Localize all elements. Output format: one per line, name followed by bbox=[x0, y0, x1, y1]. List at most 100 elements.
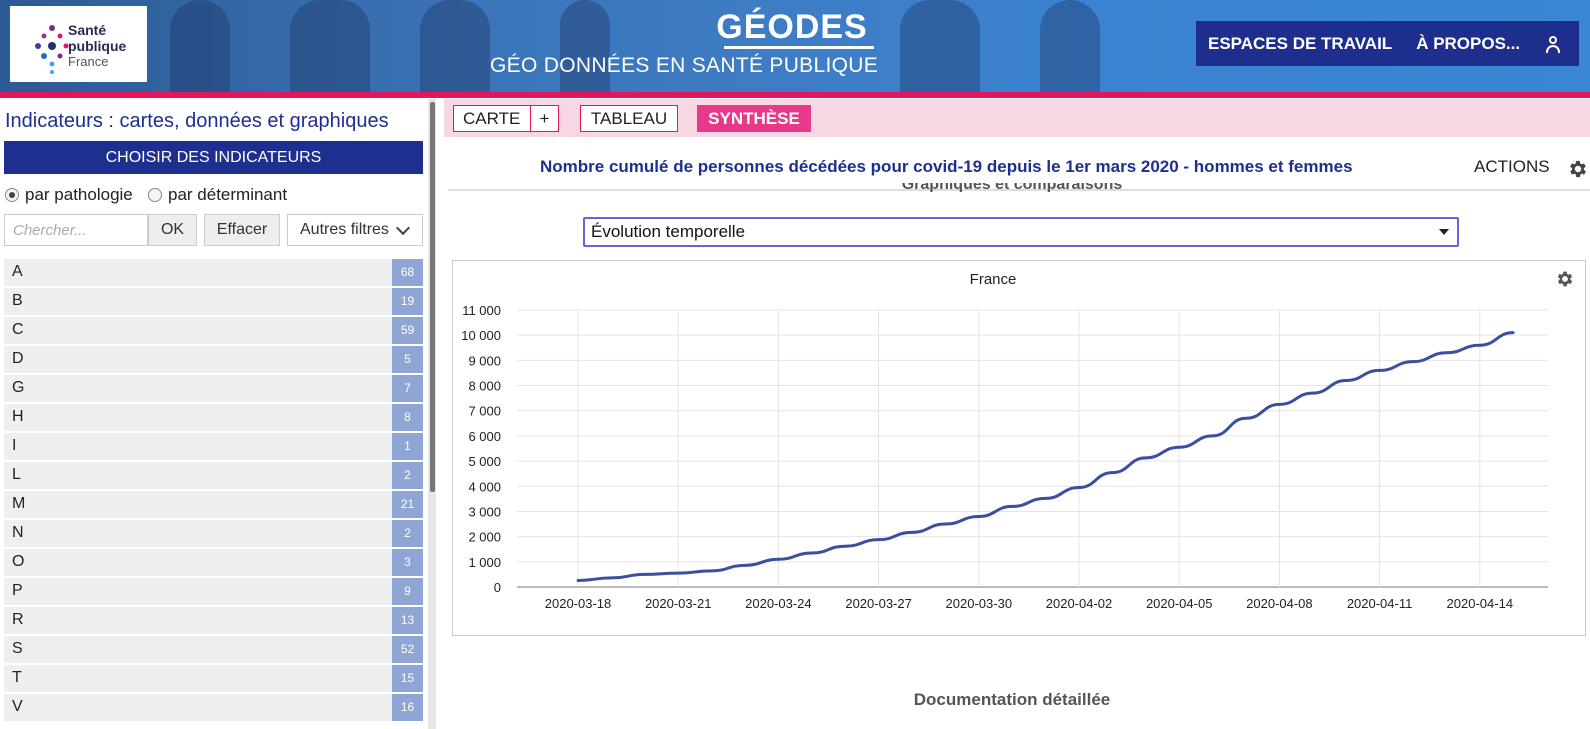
data-point bbox=[1144, 456, 1148, 460]
nav-about-link[interactable]: À PROPOS... bbox=[1416, 34, 1520, 54]
y-tick-label: 0 bbox=[494, 580, 501, 595]
chart-type-select[interactable]: Évolution temporelle bbox=[583, 217, 1459, 247]
tab-add-map-button[interactable]: + bbox=[530, 105, 559, 132]
letter-group-count-badge: 68 bbox=[392, 259, 423, 286]
letter-group-count-badge: 21 bbox=[392, 491, 423, 518]
letter-group-row[interactable]: T 15 bbox=[4, 665, 423, 692]
data-point bbox=[810, 551, 814, 555]
x-tick-label: 2020-03-27 bbox=[845, 596, 912, 611]
letter-group-count-badge: 2 bbox=[392, 520, 423, 547]
letter-group-count-badge: 8 bbox=[392, 404, 423, 431]
sidebar-title: Indicateurs : cartes, données et graphiq… bbox=[5, 110, 389, 132]
section-title: Graphiques et comparaisons bbox=[862, 183, 1162, 192]
chart-title: France bbox=[970, 271, 1017, 288]
letter-group-count-badge: 19 bbox=[392, 288, 423, 315]
radio-pathology[interactable]: par pathologie bbox=[5, 185, 133, 205]
title-underline bbox=[724, 46, 874, 49]
app-title[interactable]: GÉODES bbox=[712, 8, 872, 47]
actions-button[interactable]: ACTIONS bbox=[1474, 157, 1550, 177]
section-title-text: Graphiques et comparaisons bbox=[901, 183, 1123, 192]
letter-group-label: I bbox=[12, 437, 17, 454]
letter-group-row[interactable]: C 59 bbox=[4, 317, 423, 344]
app-header: Santé publique France GÉODES GÉO DONNÉES… bbox=[0, 0, 1590, 94]
letter-group-row[interactable]: N2 bbox=[4, 520, 423, 547]
data-point bbox=[1010, 505, 1014, 508]
data-point bbox=[1511, 331, 1515, 335]
data-point bbox=[1378, 369, 1381, 372]
logo-text-line: publique bbox=[68, 38, 127, 54]
data-point bbox=[1411, 360, 1415, 364]
data-point bbox=[1177, 445, 1181, 449]
header-photo-shape bbox=[900, 0, 980, 94]
radio-pathology-control[interactable] bbox=[5, 188, 19, 202]
y-tick-label: 6 000 bbox=[468, 429, 501, 444]
letter-group-row[interactable]: O3 bbox=[4, 549, 423, 576]
user-icon[interactable] bbox=[1544, 35, 1562, 53]
data-point bbox=[777, 557, 780, 561]
letter-group-row[interactable]: P9 bbox=[4, 578, 423, 605]
letter-group-row[interactable]: V 16 bbox=[4, 694, 423, 721]
y-tick-label: 7 000 bbox=[468, 404, 501, 419]
letter-group-label: S bbox=[12, 640, 23, 657]
letter-group-row[interactable]: A 68 bbox=[4, 259, 423, 286]
tab-table[interactable]: TABLEAU bbox=[580, 105, 678, 132]
x-tick-label: 2020-04-02 bbox=[1046, 596, 1113, 611]
clear-button[interactable]: Effacer bbox=[204, 214, 280, 246]
sidebar-scrollbar-thumb[interactable] bbox=[430, 102, 435, 492]
search-input[interactable] bbox=[4, 214, 148, 246]
letter-group-row[interactable]: D5 bbox=[4, 346, 423, 373]
x-tick-label: 2020-04-08 bbox=[1246, 596, 1313, 611]
y-tick-label: 1 000 bbox=[468, 555, 501, 570]
data-point bbox=[843, 544, 847, 548]
letter-group-label: D bbox=[12, 350, 24, 367]
documentation-title: Documentation détaillée bbox=[913, 690, 1111, 709]
x-tick-label: 2020-04-05 bbox=[1146, 596, 1213, 611]
letter-group-row[interactable]: L2 bbox=[4, 462, 423, 489]
radio-determinant-control[interactable] bbox=[148, 188, 162, 202]
radio-pathology-label: par pathologie bbox=[25, 185, 133, 204]
nav-workspaces-link[interactable]: ESPACES DE TRAVAIL bbox=[1208, 34, 1392, 54]
letter-group-count-badge: 5 bbox=[392, 346, 423, 373]
sante-publique-logo[interactable]: Santé publique France bbox=[10, 6, 147, 82]
letter-group-count-badge: 52 bbox=[392, 636, 423, 663]
indicator-title: Nombre cumulé de personnes décédées pour… bbox=[540, 157, 1353, 176]
data-point bbox=[676, 571, 680, 575]
data-point bbox=[576, 579, 580, 582]
y-tick-label: 4 000 bbox=[468, 479, 501, 494]
letter-group-label: C bbox=[12, 321, 24, 338]
letter-group-row[interactable]: G7 bbox=[4, 375, 423, 402]
indicator-sidebar: Indicateurs : cartes, données et graphiq… bbox=[0, 99, 428, 729]
letter-group-label: P bbox=[12, 582, 23, 599]
header-accent-band bbox=[0, 92, 1590, 98]
x-tick-label: 2020-04-11 bbox=[1347, 596, 1413, 611]
letter-group-row[interactable]: H8 bbox=[4, 404, 423, 431]
choose-indicators-button[interactable]: CHOISIR DES INDICATEURS bbox=[4, 141, 423, 174]
data-point bbox=[1244, 416, 1248, 420]
data-point bbox=[1445, 351, 1448, 355]
data-point bbox=[910, 530, 914, 534]
letter-group-label: B bbox=[12, 292, 23, 309]
letter-group-row[interactable]: R 13 bbox=[4, 607, 423, 634]
caret-down-icon bbox=[1439, 229, 1449, 235]
gear-icon[interactable] bbox=[1567, 158, 1589, 180]
letter-group-row[interactable]: B 19 bbox=[4, 288, 423, 315]
data-point bbox=[1344, 379, 1348, 382]
x-tick-label: 2020-03-18 bbox=[545, 596, 612, 611]
letter-group-count-badge: 13 bbox=[392, 607, 423, 634]
radio-determinant[interactable]: par déterminant bbox=[148, 185, 287, 205]
tab-map[interactable]: CARTE bbox=[453, 105, 531, 132]
view-tab-bar: CARTE + TABLEAU SYNTHÈSE bbox=[444, 99, 1590, 137]
chart-settings-gear-icon[interactable] bbox=[1555, 269, 1575, 289]
letter-group-row[interactable]: S 52 bbox=[4, 636, 423, 663]
letter-group-count-badge: 59 bbox=[392, 317, 423, 344]
other-filters-dropdown[interactable]: Autres filtres bbox=[287, 214, 423, 246]
data-point bbox=[1044, 496, 1047, 500]
letter-group-count-badge: 7 bbox=[392, 375, 423, 402]
letter-group-row[interactable]: M 21 bbox=[4, 491, 423, 518]
chart-panel: 0 1 000 2 000 3 000 4 000 5 000 6 000 7 000 8 00… bbox=[452, 260, 1586, 636]
data-point bbox=[1111, 471, 1114, 475]
search-ok-button[interactable]: OK bbox=[148, 214, 197, 246]
letter-group-label: R bbox=[12, 611, 24, 628]
tab-summary[interactable]: SYNTHÈSE bbox=[697, 105, 811, 132]
letter-group-row[interactable]: I1 bbox=[4, 433, 423, 460]
